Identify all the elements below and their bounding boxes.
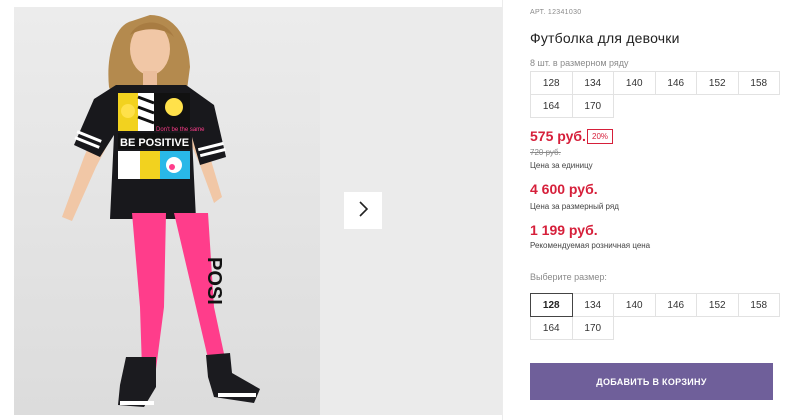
size-option-152[interactable]: 152 bbox=[696, 293, 739, 317]
size-row-item: 128 bbox=[530, 71, 573, 95]
size-option-134[interactable]: 134 bbox=[571, 293, 614, 317]
size-row-item: 146 bbox=[654, 71, 697, 95]
size-row-grid: 128 134 140 146 152 158 164 170 bbox=[530, 71, 780, 118]
unit-price-note: Цена за единицу bbox=[530, 161, 593, 170]
size-option-146[interactable]: 146 bbox=[654, 293, 697, 317]
product-info-panel: АРТ. 12341030 Футболка для девочки 8 шт.… bbox=[530, 0, 780, 420]
size-row-item: 134 bbox=[571, 71, 614, 95]
unit-price: 575 руб. bbox=[530, 128, 586, 144]
size-option-164[interactable]: 164 bbox=[530, 316, 573, 340]
print-text-small: Don't be the same bbox=[156, 127, 205, 133]
product-photo: Don't be the same BE POSITIVE POSI bbox=[14, 7, 320, 415]
product-title: Футболка для девочки bbox=[530, 30, 680, 46]
size-option-128[interactable]: 128 bbox=[530, 293, 573, 317]
row-price: 4 600 руб. bbox=[530, 181, 598, 197]
size-select-label: Выберите размер: bbox=[530, 272, 607, 282]
product-gallery: Don't be the same BE POSITIVE POSI bbox=[0, 0, 502, 420]
size-option-158[interactable]: 158 bbox=[737, 293, 780, 317]
rrp-price: 1 199 руб. bbox=[530, 222, 598, 238]
size-row-item: 170 bbox=[571, 94, 614, 118]
add-to-cart-button[interactable]: ДОБАВИТЬ В КОРЗИНУ bbox=[530, 363, 773, 400]
size-row-item: 164 bbox=[530, 94, 573, 118]
chevron-right-icon bbox=[358, 201, 369, 220]
product-sku: АРТ. 12341030 bbox=[530, 9, 582, 16]
size-row-item: 140 bbox=[613, 71, 656, 95]
print-text-main: BE POSITIVE bbox=[120, 137, 189, 149]
size-row-item: 158 bbox=[737, 71, 780, 95]
size-option-170[interactable]: 170 bbox=[571, 316, 614, 340]
old-price: 720 руб. bbox=[530, 148, 561, 157]
row-price-note: Цена за размерный ряд bbox=[530, 202, 619, 211]
rrp-price-note: Рекомендуемая розничная цена bbox=[530, 241, 651, 250]
model-photo-illustration: Don't be the same BE POSITIVE POSI bbox=[14, 7, 320, 415]
svg-text:POSI: POSI bbox=[203, 257, 225, 305]
size-row-item: 152 bbox=[696, 71, 739, 95]
column-divider bbox=[502, 0, 503, 420]
size-row-label: 8 шт. в размерном ряду bbox=[530, 58, 629, 68]
size-option-140[interactable]: 140 bbox=[613, 293, 656, 317]
size-select-grid: 128 134 140 146 152 158 164 170 bbox=[530, 293, 780, 340]
discount-badge: 20% bbox=[587, 129, 614, 144]
next-photo-button[interactable] bbox=[344, 192, 382, 229]
